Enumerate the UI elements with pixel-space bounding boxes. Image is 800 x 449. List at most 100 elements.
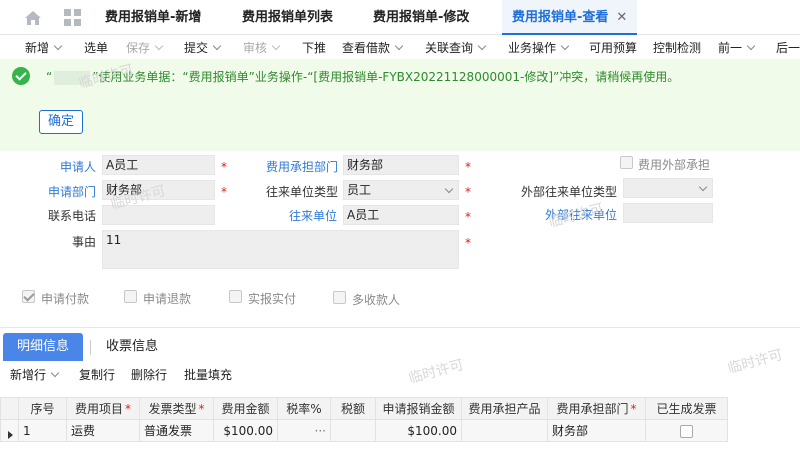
reason-label: 事由	[72, 235, 97, 249]
audit-button-label: 审核	[243, 41, 268, 55]
chevron-down-icon	[394, 41, 404, 51]
next-button[interactable]: 后一	[776, 39, 800, 56]
col-apply-amount[interactable]: 申请报销金额	[375, 397, 462, 420]
audit-button[interactable]: 审核	[243, 39, 281, 56]
detail-tabs: 明细信息 收票信息	[0, 333, 800, 361]
col-seq[interactable]: 序号	[18, 397, 67, 420]
counterparty-field[interactable]: A员工	[343, 205, 459, 225]
cell-amount[interactable]: $100.00	[213, 419, 278, 442]
apply-payment-label: 申请付款	[41, 292, 90, 306]
col-amount[interactable]: 费用金额	[213, 397, 278, 420]
alert-message: “ ”使用业务单据：“费用报销单”业务操作-“[费用报销单-FYBX2022112…	[46, 68, 679, 85]
col-cost-product[interactable]: 费用承担产品	[461, 397, 548, 420]
previous-button[interactable]: 前一	[718, 39, 756, 56]
grid-menu-icon[interactable]	[64, 9, 81, 26]
col-tax[interactable]: 税额	[330, 397, 376, 420]
next-button-label: 后一	[776, 41, 800, 55]
tab-expense-edit[interactable]: 费用报销单-修改	[373, 0, 469, 35]
applicant-field[interactable]: A员工	[102, 155, 215, 175]
tab-detail-info[interactable]: 明细信息	[3, 333, 84, 361]
toolbar: 新增 选单 保存 提交 审核 下推 查看借款 关联查询 业务操作 可用预算 控制…	[0, 35, 800, 59]
tab-bar: 费用报销单-新增 费用报销单列表 费用报销单-修改 费用报销单-查看 ✕	[0, 0, 800, 35]
cell-tax[interactable]	[330, 419, 376, 442]
ext-counterparty-type-label: 外部往来单位类型	[521, 185, 618, 199]
push-down-button[interactable]: 下推	[302, 39, 326, 56]
select-button[interactable]: 选单	[84, 39, 108, 56]
cell-invoice-type[interactable]: 普通发票	[139, 419, 214, 442]
cost-dept-field[interactable]: 财务部	[343, 155, 459, 175]
col-invoice-type[interactable]: 发票类型 *	[139, 397, 214, 420]
control-check-button-label: 控制检测	[653, 41, 702, 55]
cell-cost-item[interactable]: 运费	[66, 419, 140, 442]
required-mark: *	[465, 185, 471, 199]
cell-invoice-generated[interactable]	[645, 419, 728, 442]
col-cost-dept-label: 费用承担部门	[556, 402, 629, 416]
tab-expense-list[interactable]: 费用报销单列表	[242, 0, 333, 35]
cell-cost-product[interactable]	[461, 419, 548, 442]
cost-dept-label: 费用承担部门	[266, 160, 339, 174]
col-tax-rate[interactable]: 税率%	[277, 397, 331, 420]
previous-button-label: 前一	[718, 41, 743, 55]
copy-row-button[interactable]: 复制行	[79, 366, 115, 383]
chevron-down-icon	[477, 41, 487, 51]
table-row[interactable]: 1 运费 普通发票 $100.00 ··· $100.00 财务部	[0, 419, 728, 442]
available-budget-button[interactable]: 可用预算	[589, 39, 637, 56]
required-mark: *	[465, 210, 471, 224]
counterparty-label: 往来单位	[289, 209, 338, 223]
chevron-down-icon	[698, 182, 708, 192]
watermark: 临时许可	[547, 200, 606, 231]
apply-payment-checkbox[interactable]	[22, 290, 35, 303]
available-budget-button-label: 可用预算	[589, 41, 638, 55]
tab-expense-view[interactable]: 费用报销单-查看 ✕	[502, 0, 638, 35]
cell-apply-amount[interactable]: $100.00	[375, 419, 462, 442]
view-loan-button[interactable]: 查看借款	[342, 39, 404, 56]
chevron-down-icon	[560, 41, 570, 51]
counterparty-type-select[interactable]: 员工	[343, 180, 459, 200]
tab-invoice-info[interactable]: 收票信息	[92, 333, 172, 361]
cell-cost-dept[interactable]: 财务部	[547, 419, 646, 442]
external-cost-checkbox[interactable]	[620, 156, 633, 169]
cell-seq[interactable]: 1	[18, 419, 67, 442]
home-icon[interactable]	[24, 9, 42, 27]
col-invoice-type-label: 发票类型	[148, 402, 197, 416]
chevron-down-icon	[53, 41, 63, 51]
apply-refund-checkbox[interactable]	[124, 290, 137, 303]
copy-row-button-label: 复制行	[79, 368, 116, 382]
apply-dept-label: 申请部门	[48, 185, 97, 199]
submit-button[interactable]: 提交	[184, 39, 222, 56]
save-button[interactable]: 保存	[126, 39, 164, 56]
reason-textarea[interactable]: 11	[102, 230, 459, 269]
control-check-button[interactable]: 控制检测	[653, 39, 701, 56]
tab-expense-new[interactable]: 费用报销单-新增	[105, 0, 201, 35]
col-cost-item[interactable]: 费用项目 *	[66, 397, 140, 420]
applicant-label: 申请人	[60, 160, 97, 174]
multi-payee-checkbox[interactable]	[333, 291, 346, 304]
ext-counterparty-type-select[interactable]	[623, 178, 713, 198]
submit-button-label: 提交	[184, 41, 209, 55]
business-ops-button[interactable]: 业务操作	[508, 39, 570, 56]
cell-tax-rate[interactable]: ···	[277, 419, 331, 442]
col-cost-dept[interactable]: 费用承担部门 *	[547, 397, 646, 420]
apply-refund-label: 申请退款	[143, 292, 192, 306]
add-row-button-label: 新增行	[10, 368, 47, 382]
actual-report-checkbox[interactable]	[229, 290, 242, 303]
related-query-button[interactable]: 关联查询	[425, 39, 487, 56]
detail-table: 序号 费用项目 * 发票类型 * 费用金额 税率% 税额 申请报销金额 费用承担产品…	[0, 397, 728, 442]
close-icon[interactable]: ✕	[616, 10, 627, 25]
batch-fill-button-label: 批量填充	[184, 368, 233, 382]
business-ops-button-label: 业务操作	[508, 41, 557, 55]
new-button[interactable]: 新增	[25, 39, 63, 56]
chevron-down-icon	[746, 41, 756, 51]
invoice-generated-checkbox[interactable]	[680, 424, 693, 438]
delete-row-button[interactable]: 删除行	[131, 366, 167, 383]
chevron-down-icon	[444, 184, 454, 194]
ext-counterparty-field[interactable]	[623, 203, 713, 223]
chevron-down-icon	[50, 368, 60, 378]
confirm-button[interactable]: 确定	[39, 110, 83, 134]
batch-fill-button[interactable]: 批量填充	[184, 366, 232, 383]
col-invoice-generated[interactable]: 已生成发票	[645, 397, 728, 420]
row-marker-header	[0, 397, 19, 420]
add-row-button[interactable]: 新增行	[10, 366, 60, 383]
required-mark: *	[465, 160, 471, 174]
required-mark: *	[198, 402, 205, 416]
